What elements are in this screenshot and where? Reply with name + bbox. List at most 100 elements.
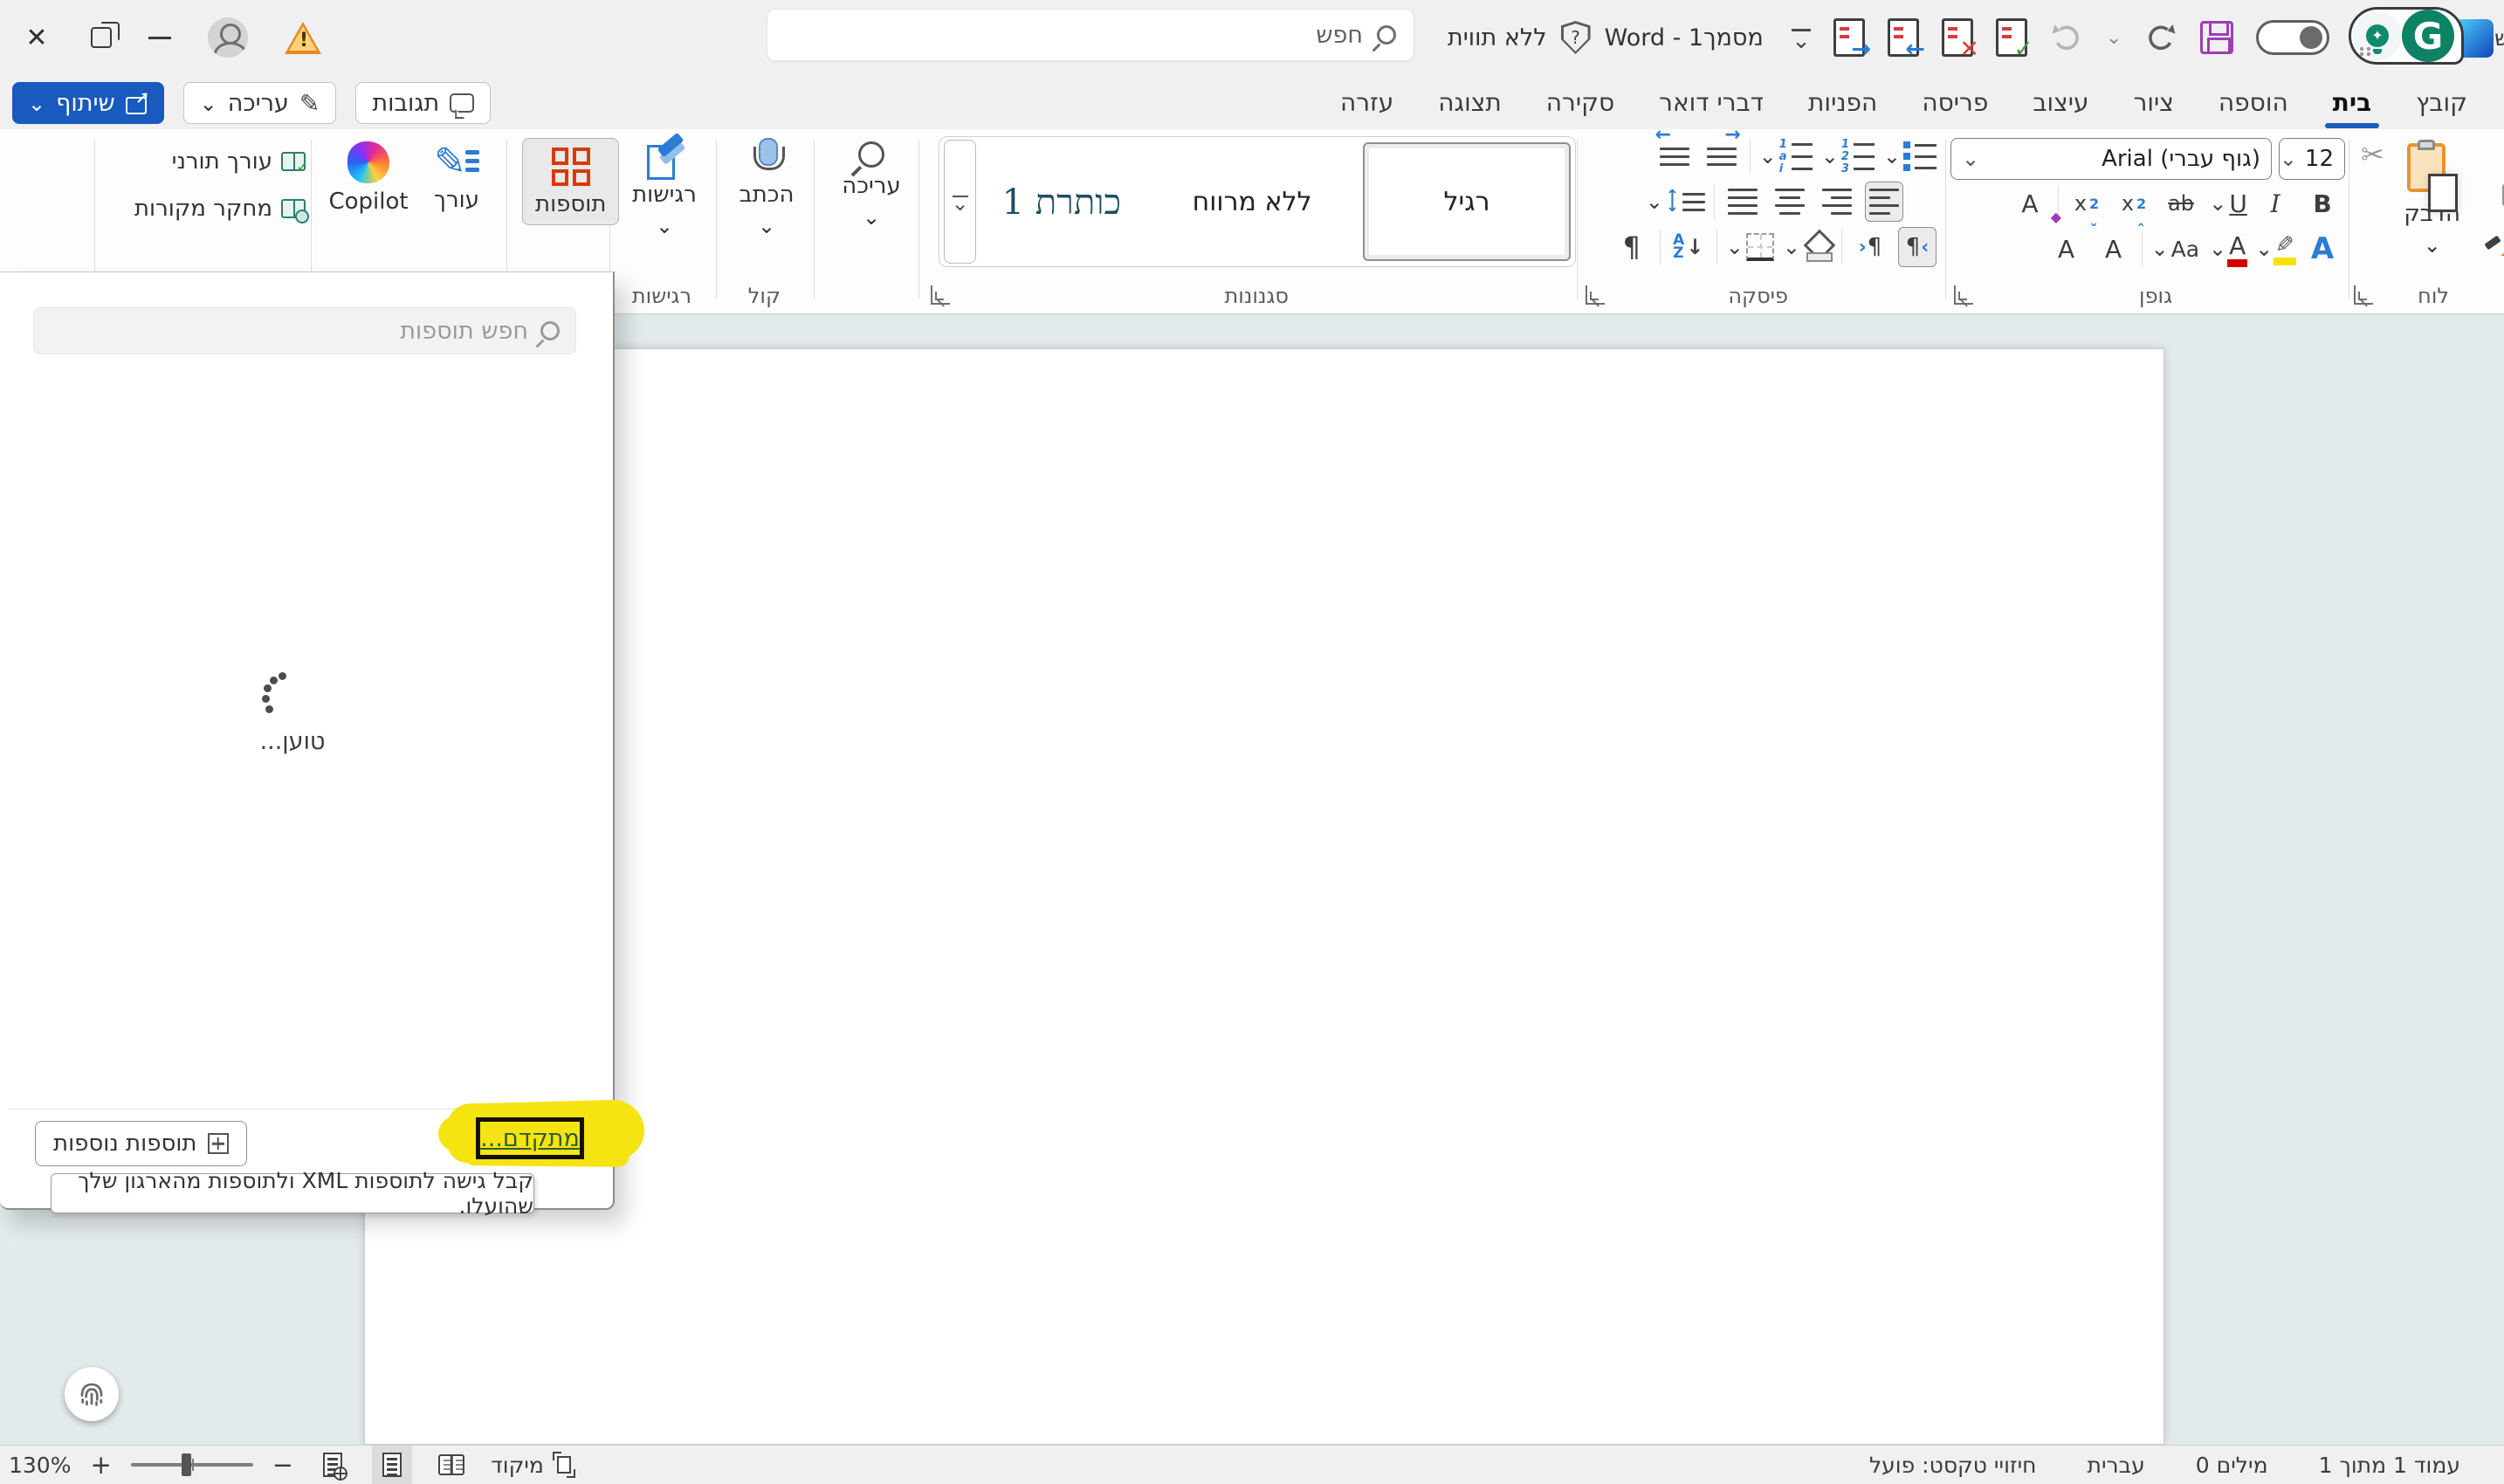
close-window-icon[interactable]: ✕ — [19, 23, 54, 53]
cut-icon[interactable]: ✂ — [2361, 138, 2384, 171]
tab-insert[interactable]: הוספה — [2217, 85, 2290, 120]
font-color-button[interactable]: A — [2208, 229, 2246, 269]
justify-button[interactable] — [1723, 182, 1762, 222]
numbered-list-button[interactable]: 123 — [1821, 136, 1875, 176]
clear-formatting-button[interactable]: A — [2011, 183, 2049, 223]
document-page[interactable] — [364, 348, 2164, 1445]
search-input[interactable] — [822, 22, 1363, 49]
style-normal[interactable]: רגיל — [1363, 142, 1571, 261]
italic-button[interactable]: I — [2256, 183, 2294, 223]
focus-mode-button[interactable]: מיקוד — [491, 1452, 579, 1478]
superscript-button[interactable]: x2 — [2067, 183, 2106, 223]
restore-window-icon[interactable] — [91, 27, 112, 48]
web-layout-view-button[interactable] — [313, 1446, 353, 1484]
addins-button[interactable]: תוספות — [522, 138, 619, 225]
word-count[interactable]: 0 מילים — [2196, 1453, 2268, 1478]
sensitivity-shield-icon[interactable]: ? — [1561, 21, 1591, 54]
rtl-direction-button[interactable]: ¶‹ — [1898, 227, 1936, 267]
increase-indent-button[interactable]: → — [1703, 136, 1741, 176]
undo-icon[interactable] — [2050, 22, 2083, 53]
reject-change-icon[interactable]: ✕ — [1942, 18, 1973, 57]
tab-file[interactable]: קובץ — [2414, 85, 2469, 120]
font-name-combo[interactable]: Arial (גוף עברי) — [1950, 138, 2272, 180]
print-layout-view-button[interactable] — [372, 1446, 412, 1484]
undo-dropdown-icon[interactable]: ⌄ — [2106, 27, 2122, 49]
comments-button[interactable]: תגובות — [355, 82, 491, 124]
accept-change-icon[interactable]: ✓ — [1996, 18, 2027, 57]
tab-layout[interactable]: פריסה — [1920, 85, 1990, 120]
zoom-out-button[interactable]: − — [272, 1450, 293, 1480]
fingerprint-fab[interactable] — [65, 1367, 119, 1421]
grow-font-button[interactable]: Aˆ — [2095, 229, 2133, 269]
tab-home[interactable]: בית — [2331, 85, 2373, 120]
align-left-button[interactable] — [1818, 182, 1856, 222]
paragraph-dialog-launcher-icon[interactable] — [1586, 285, 1605, 305]
share-button[interactable]: שיתוף — [12, 82, 164, 124]
tab-review[interactable]: סקירה — [1544, 85, 1616, 120]
clipboard-dialog-launcher-icon[interactable] — [2354, 285, 2373, 305]
zoom-slider[interactable] — [131, 1463, 253, 1467]
editor-button[interactable]: עורך — [417, 141, 496, 213]
sort-button[interactable]: AZ↓ — [1669, 227, 1708, 267]
minimize-window-icon[interactable] — [148, 37, 171, 39]
font-size-input[interactable] — [2304, 146, 2334, 172]
advanced-addins-link[interactable]: מתקדם... — [480, 1125, 580, 1152]
style-heading1[interactable]: כותרת 1 — [981, 142, 1141, 261]
tab-draw[interactable]: ציור — [2132, 85, 2176, 120]
paste-button[interactable]: הדבק — [2404, 140, 2460, 258]
line-spacing-button[interactable]: ↑↓ — [1646, 182, 1705, 222]
language-indicator[interactable]: עברית — [2088, 1453, 2145, 1478]
underline-button[interactable]: U — [2209, 183, 2247, 223]
search-bar[interactable] — [767, 9, 1414, 61]
bold-button[interactable]: B — [2303, 183, 2342, 223]
grammarly-logo-icon[interactable]: G — [2402, 10, 2454, 62]
text-effects-button[interactable]: A — [2303, 229, 2342, 269]
torah-editor-button[interactable]: עורך תורני — [114, 148, 306, 175]
ltr-direction-button[interactable]: ›¶ — [1851, 227, 1889, 267]
next-change-icon[interactable]: → — [1833, 18, 1865, 57]
zoom-level[interactable]: 130% — [9, 1453, 71, 1478]
addins-search-bar[interactable] — [33, 307, 576, 354]
more-addins-button[interactable]: תוספות נוספות — [35, 1121, 247, 1166]
tab-design[interactable]: עיצוב — [2031, 85, 2090, 120]
warning-icon[interactable] — [285, 22, 321, 54]
styles-dialog-launcher-icon[interactable] — [931, 285, 950, 305]
subscript-button[interactable]: x2 — [2115, 183, 2153, 223]
shrink-font-button[interactable]: Aˇ — [2047, 229, 2086, 269]
document-title[interactable]: מסמך1 - Word — [1605, 24, 1764, 52]
drag-handle-icon[interactable] — [2358, 46, 2372, 57]
tab-view[interactable]: תצוגה — [1436, 85, 1503, 120]
previous-change-icon[interactable]: ← — [1888, 18, 1919, 57]
borders-button[interactable] — [1726, 227, 1774, 267]
shading-button[interactable] — [1783, 227, 1833, 267]
title-dropdown-icon[interactable] — [1792, 29, 1811, 47]
decrease-indent-button[interactable]: ← — [1655, 136, 1694, 176]
style-no-spacing[interactable]: ללא מרווח — [1145, 142, 1359, 261]
align-right-button[interactable] — [1865, 182, 1903, 222]
tab-references[interactable]: הפניות — [1806, 85, 1879, 120]
change-case-button[interactable]: Aa — [2151, 229, 2200, 269]
source-research-button[interactable]: מחקר מקורות — [114, 196, 306, 222]
multilevel-list-button[interactable]: 1ai — [1759, 136, 1813, 176]
autosave-toggle[interactable] — [2256, 20, 2329, 55]
font-dialog-launcher-icon[interactable] — [1954, 285, 1973, 305]
user-avatar[interactable] — [208, 17, 248, 58]
sensitivity-label[interactable]: ללא תווית — [1448, 24, 1547, 52]
save-icon[interactable] — [2200, 21, 2233, 54]
read-mode-view-button[interactable] — [431, 1446, 471, 1484]
redo-icon[interactable] — [2144, 22, 2177, 53]
dictate-button[interactable]: הכתב — [730, 138, 803, 239]
grammarly-widget[interactable]: G — [2349, 7, 2464, 65]
zoom-slider-thumb[interactable] — [182, 1453, 191, 1476]
addins-search-input[interactable] — [74, 318, 528, 345]
align-center-button[interactable] — [1771, 182, 1809, 222]
highlight-color-button[interactable] — [2255, 229, 2294, 269]
tab-help[interactable]: עזרה — [1338, 85, 1395, 120]
copilot-button[interactable]: Copilot — [325, 141, 412, 215]
sensitivity-button[interactable]: רגישות — [622, 138, 707, 239]
text-predictions-indicator[interactable]: חיזויי טקסט: פועל — [1869, 1453, 2037, 1478]
page-indicator[interactable]: עמוד 1 מתוך 1 — [2319, 1453, 2460, 1478]
font-size-combo[interactable] — [2279, 138, 2345, 180]
styles-gallery-expand-icon[interactable] — [944, 140, 976, 264]
zoom-in-button[interactable]: + — [90, 1450, 111, 1480]
